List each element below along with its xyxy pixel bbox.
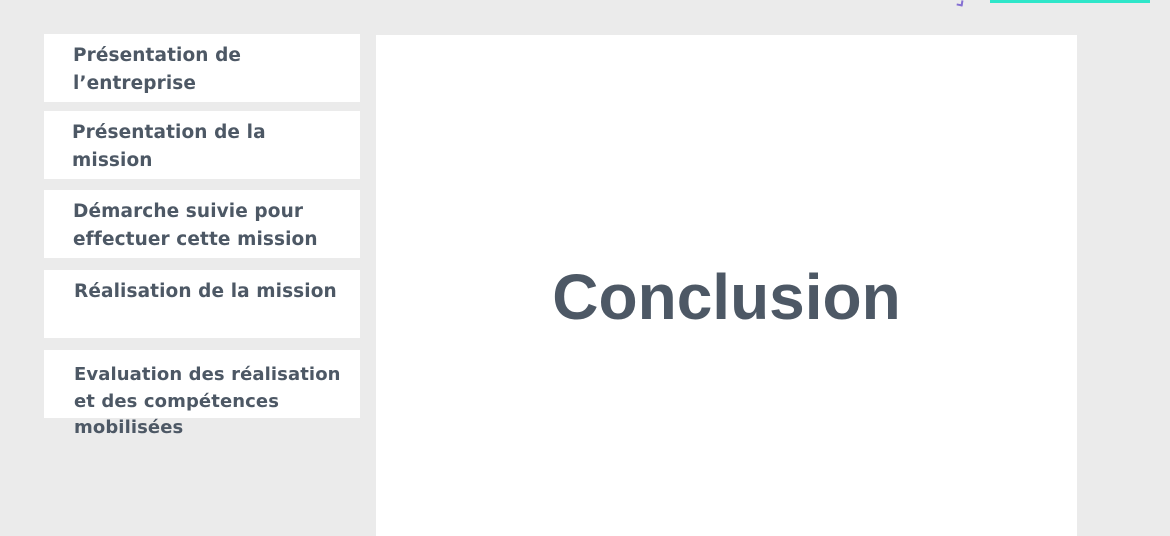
slide-title: Conclusion — [552, 261, 901, 333]
accent-bar — [990, 0, 1150, 3]
nav-item-mission[interactable]: Présentation de la mission — [44, 111, 360, 179]
nav-item-entreprise[interactable]: Présentation de l’entreprise — [44, 34, 360, 102]
nav-item-label: Présentation de l’entreprise — [73, 45, 242, 94]
nav-item-label: Présentation de la mission — [72, 122, 266, 171]
nav-item-label: Réalisation de la mission — [74, 281, 337, 302]
slide-page: Présentation de l’entreprise Présentatio… — [0, 0, 1170, 536]
decorative-mark — [956, 0, 964, 7]
content-panel: Conclusion — [376, 35, 1077, 536]
nav-item-evaluation[interactable]: Evaluation des réalisation et des compét… — [44, 350, 360, 438]
nav-item-label: Evaluation des réalisation et des compét… — [74, 364, 341, 438]
nav-item-label: Démarche suivie pour effectuer cette mis… — [73, 201, 318, 250]
nav-item-realisation[interactable]: Réalisation de la mission — [44, 270, 360, 338]
nav-item-demarche[interactable]: Démarche suivie pour effectuer cette mis… — [44, 190, 360, 258]
